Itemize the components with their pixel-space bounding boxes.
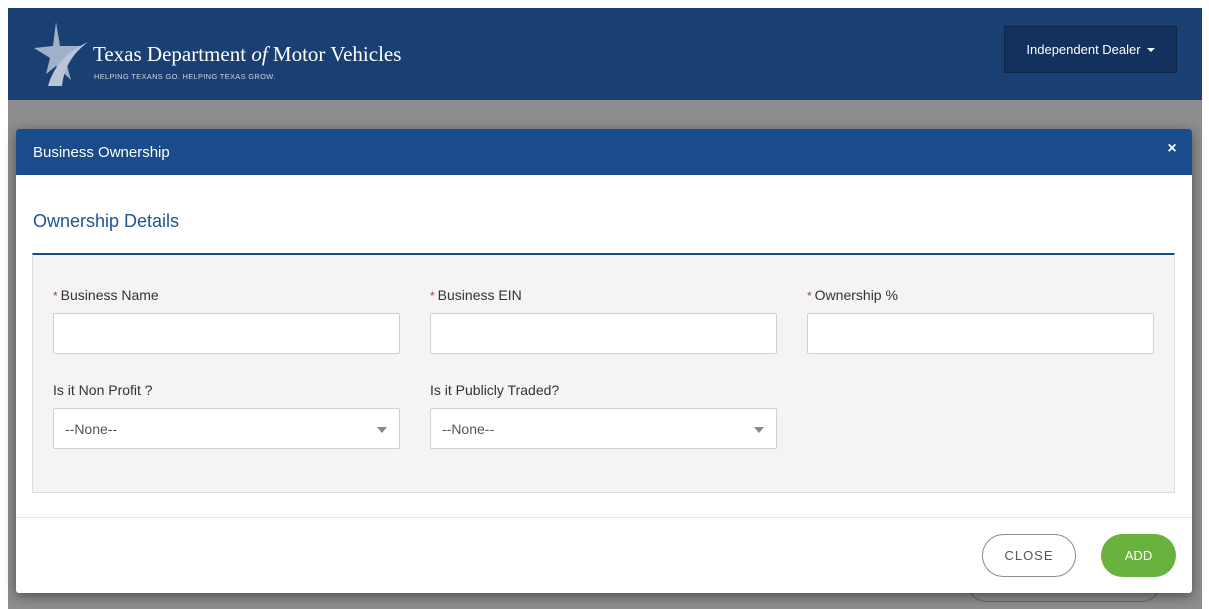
non-profit-selected-value: --None-- bbox=[65, 421, 118, 437]
business-name-input[interactable] bbox=[53, 313, 400, 354]
publicly-traded-selected-value: --None-- bbox=[442, 421, 495, 437]
modal-title: Business Ownership bbox=[33, 144, 170, 161]
dropdown-arrow-icon bbox=[377, 427, 387, 433]
publicly-traded-select[interactable]: --None-- bbox=[430, 408, 777, 449]
ownership-pct-input[interactable] bbox=[807, 313, 1154, 354]
modal-header: Business Ownership × bbox=[16, 129, 1192, 175]
dropdown-arrow-icon bbox=[754, 427, 764, 433]
close-icon[interactable]: × bbox=[1164, 141, 1180, 157]
agency-title: Texas Department of Motor Vehicles bbox=[93, 42, 401, 67]
business-ownership-modal: Business Ownership × Ownership Details *… bbox=[16, 129, 1192, 593]
required-marker: * bbox=[807, 289, 812, 303]
agency-tagline: HELPING TEXANS GO. HELPING TEXAS GROW. bbox=[94, 72, 276, 81]
ownership-pct-label: * Ownership % bbox=[807, 287, 898, 303]
non-profit-label: Is it Non Profit ? bbox=[53, 382, 153, 398]
business-ein-input[interactable] bbox=[430, 313, 777, 354]
caret-down-icon bbox=[1146, 47, 1155, 52]
non-profit-select[interactable]: --None-- bbox=[53, 408, 400, 449]
business-name-label: * Business Name bbox=[53, 287, 159, 303]
business-ein-label: * Business EIN bbox=[430, 287, 522, 303]
app-stage: Texas Department of Motor Vehicles HELPI… bbox=[0, 0, 1209, 609]
texas-star-logo bbox=[34, 22, 88, 86]
close-button[interactable]: CLOSE bbox=[982, 534, 1076, 577]
required-marker: * bbox=[430, 289, 435, 303]
site-header: Texas Department of Motor Vehicles HELPI… bbox=[8, 8, 1202, 100]
agency-title-part2: Motor Vehicles bbox=[267, 42, 402, 66]
business-ein-label-text: Business EIN bbox=[437, 287, 522, 303]
required-marker: * bbox=[53, 289, 58, 303]
dealer-type-dropdown[interactable]: Independent Dealer bbox=[1004, 26, 1177, 73]
business-name-label-text: Business Name bbox=[60, 287, 159, 303]
agency-title-part1: Texas Department bbox=[93, 42, 252, 66]
publicly-traded-label: Is it Publicly Traded? bbox=[430, 382, 560, 398]
ownership-details-panel: * Business Name * Business EIN * Ownership … bbox=[32, 253, 1175, 493]
footer-divider bbox=[16, 517, 1192, 518]
ownership-pct-label-text: Ownership % bbox=[814, 287, 898, 303]
dealer-type-label: Independent Dealer bbox=[1026, 42, 1141, 57]
agency-title-of: of bbox=[251, 42, 268, 66]
section-title: Ownership Details bbox=[33, 211, 180, 231]
add-button[interactable]: ADD bbox=[1101, 534, 1176, 577]
